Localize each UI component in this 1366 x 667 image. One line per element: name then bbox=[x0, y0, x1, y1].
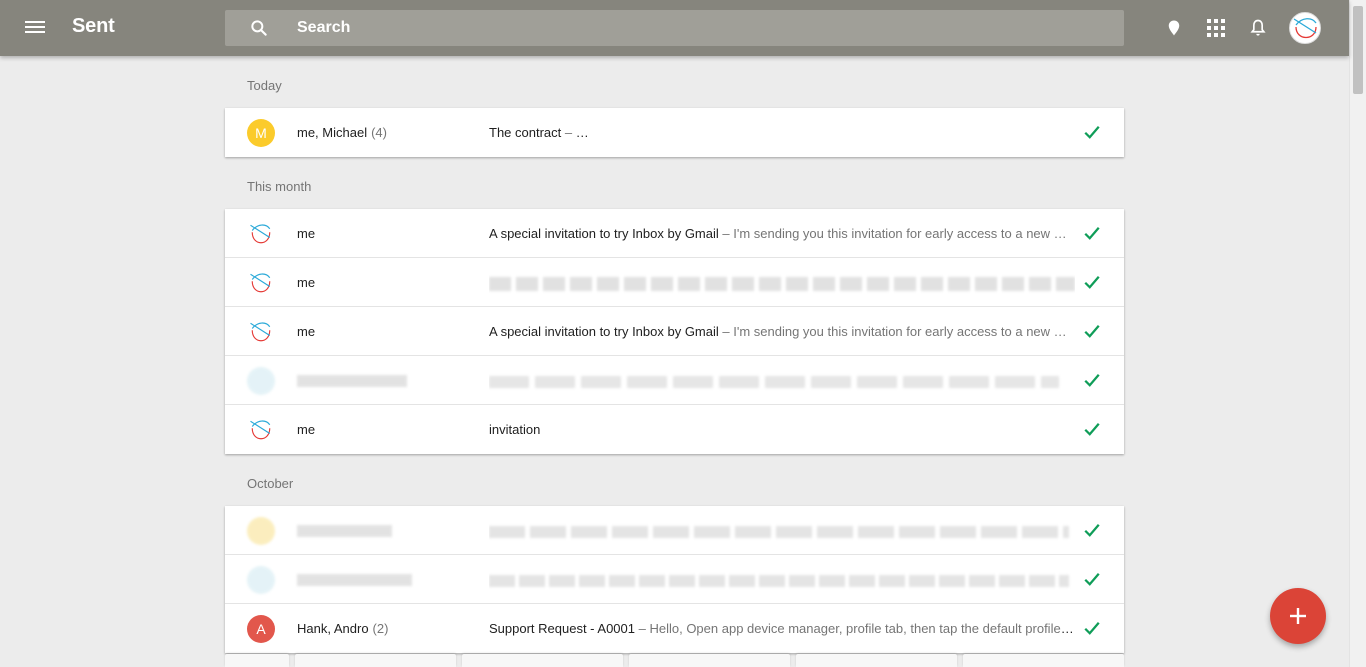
section-label-today: Today bbox=[247, 78, 282, 93]
message-summary: The contract – bbox=[489, 108, 1075, 157]
subject: A special invitation to try Inbox by Gma… bbox=[489, 324, 719, 339]
list-item[interactable]: A Hank, Andro (2) Support Request - A0001… bbox=[225, 604, 1124, 653]
section-label-october: October bbox=[247, 476, 294, 491]
redacted-sender bbox=[297, 574, 412, 586]
avatar: M bbox=[247, 119, 275, 147]
list-item[interactable]: me bbox=[225, 258, 1124, 307]
list-item[interactable]: me A special invitation to try Inbox by … bbox=[225, 307, 1124, 356]
avatar bbox=[247, 566, 275, 594]
avatar bbox=[247, 269, 275, 297]
sent-list: Today M me, Michael (4) The contract – Th… bbox=[225, 56, 1124, 653]
message-summary: A special invitation to try Inbox by Gma… bbox=[489, 209, 1075, 258]
separator: – bbox=[561, 125, 576, 140]
list-item[interactable]: me A special invitation to try Inbox by … bbox=[225, 209, 1124, 258]
message-summary: invitation bbox=[489, 405, 1075, 454]
section-card-this-month: me A special invitation to try Inbox by … bbox=[225, 209, 1124, 454]
message-summary: A special invitation to try Inbox by Gma… bbox=[489, 307, 1075, 356]
menu-icon[interactable] bbox=[24, 18, 46, 38]
top-app-bar: Sent bbox=[0, 0, 1349, 56]
list-item[interactable]: me invitation bbox=[225, 405, 1124, 454]
next-row-stub bbox=[225, 654, 1124, 667]
snippet: I'm sending you this invitation for earl… bbox=[733, 324, 1067, 339]
message-summary bbox=[489, 555, 1075, 604]
list-item[interactable]: M me, Michael (4) The contract – bbox=[225, 108, 1124, 157]
compose-button[interactable] bbox=[1270, 588, 1326, 644]
sent-check-icon bbox=[1084, 573, 1100, 586]
redacted-snippet bbox=[489, 375, 1059, 388]
message-summary bbox=[489, 506, 1075, 555]
top-icons bbox=[1143, 12, 1321, 44]
stub-tile bbox=[963, 654, 1124, 667]
snippet: I'm sending you this invitation for earl… bbox=[733, 226, 1067, 241]
sender: Hank, Andro (2) bbox=[297, 604, 388, 653]
message-summary: Support Request - A0001 – Hello, Open ap… bbox=[489, 604, 1075, 653]
sender: me, Michael (4) bbox=[297, 108, 387, 157]
subject: The contract bbox=[489, 125, 562, 140]
redacted-sender bbox=[297, 375, 407, 387]
reminder-icon[interactable] bbox=[1163, 17, 1185, 39]
avatar bbox=[247, 318, 275, 346]
stub-tile bbox=[629, 654, 791, 667]
sender-name: me bbox=[297, 422, 316, 437]
sent-check-icon bbox=[1084, 622, 1100, 635]
thread-count: (2) bbox=[372, 621, 389, 636]
sent-check-icon bbox=[1084, 227, 1100, 240]
account-avatar[interactable] bbox=[1289, 12, 1321, 44]
sent-check-icon bbox=[1084, 276, 1100, 289]
apps-icon[interactable] bbox=[1205, 17, 1227, 39]
redacted-snippet bbox=[489, 574, 1069, 587]
stub-tile bbox=[796, 654, 958, 667]
scrollbar[interactable] bbox=[1349, 0, 1366, 667]
separator: – bbox=[635, 621, 650, 636]
sent-check-icon bbox=[1084, 524, 1100, 537]
list-item[interactable] bbox=[225, 356, 1124, 405]
separator: – bbox=[718, 226, 734, 241]
avatar: A bbox=[247, 615, 275, 643]
search-icon[interactable] bbox=[249, 18, 269, 38]
plus-icon bbox=[1290, 608, 1306, 624]
notifications-icon[interactable] bbox=[1247, 17, 1269, 39]
subject: Support Request - A0001 bbox=[489, 621, 635, 636]
sender-name: Hank, Andro bbox=[297, 621, 369, 636]
redacted-sender bbox=[297, 525, 392, 537]
scrollbar-thumb[interactable] bbox=[1353, 6, 1363, 94]
subject: A special invitation to try Inbox by Gma… bbox=[489, 226, 719, 241]
sender-name: me bbox=[297, 324, 316, 339]
sent-check-icon bbox=[1084, 374, 1100, 387]
sent-check-icon bbox=[1084, 423, 1100, 436]
list-item[interactable] bbox=[225, 506, 1124, 555]
avatar bbox=[247, 367, 275, 395]
page-title: Sent bbox=[72, 15, 115, 37]
redacted-snippet bbox=[489, 276, 1075, 291]
search-input[interactable] bbox=[297, 10, 1097, 46]
sender-name: me, Michael bbox=[297, 125, 368, 140]
stub-tile bbox=[295, 654, 457, 667]
stub-tile bbox=[225, 654, 290, 667]
subject: invitation bbox=[489, 422, 541, 437]
section-card-today: M me, Michael (4) The contract – bbox=[225, 108, 1124, 157]
message-summary bbox=[489, 356, 1075, 405]
redacted-snippet bbox=[575, 126, 1075, 141]
sender-name: me bbox=[297, 226, 316, 241]
redacted-snippet bbox=[489, 525, 1069, 538]
list-item[interactable] bbox=[225, 555, 1124, 604]
avatar bbox=[247, 416, 275, 444]
sent-check-icon bbox=[1084, 126, 1100, 139]
sender-name: me bbox=[297, 275, 316, 290]
separator: – bbox=[718, 324, 734, 339]
section-card-october: A Hank, Andro (2) Support Request - A0001… bbox=[225, 506, 1124, 653]
search-bar[interactable] bbox=[225, 10, 1124, 46]
sent-check-icon bbox=[1084, 325, 1100, 338]
message-summary bbox=[489, 258, 1075, 307]
thread-count: (4) bbox=[371, 125, 387, 140]
section-label-this-month: This month bbox=[247, 179, 312, 194]
snippet: Hello, Open app device manager, profile … bbox=[649, 621, 1075, 636]
stub-tile bbox=[462, 654, 624, 667]
avatar bbox=[247, 220, 275, 248]
avatar bbox=[247, 517, 275, 545]
